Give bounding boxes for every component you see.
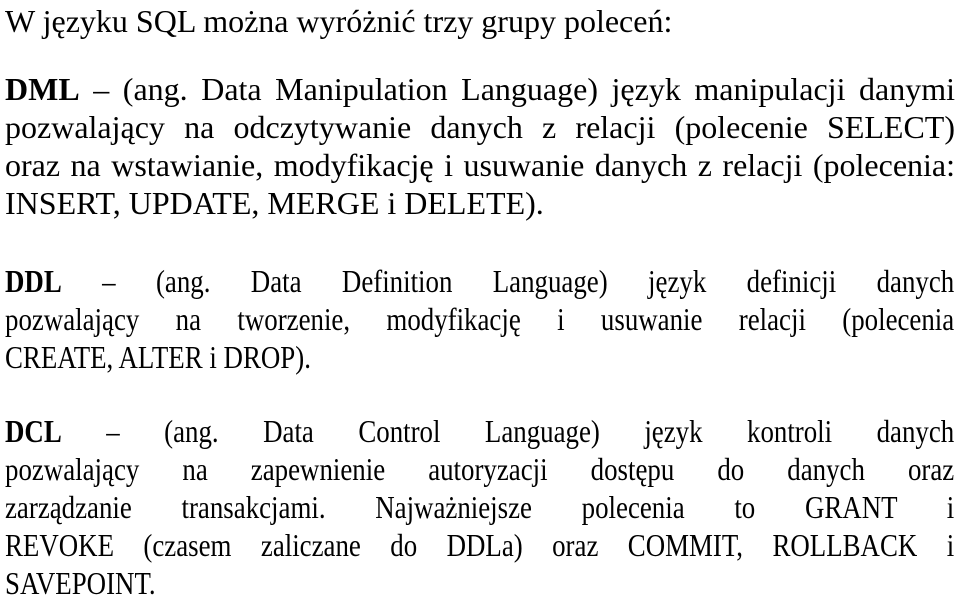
dcl-line-1: (ang. Data Control Language) język kontr… [164, 413, 955, 449]
dml-line-4: INSERT, UPDATE, MERGE i DELETE). [5, 185, 544, 221]
dcl-line-3: zarządzanie transakcjami. Najważniejsze … [5, 489, 955, 525]
ddl-line-1: (ang. Data Definition Language) język de… [155, 263, 955, 299]
dcl-line-5: SAVEPOINT. [5, 565, 156, 601]
dml-line-1: (ang. Data Manipulation Language) język … [122, 71, 955, 107]
dml-line-3: oraz na wstawianie, modyfikację i usuwan… [5, 147, 955, 183]
dcl-dash: – [106, 413, 120, 449]
dml-dash: – [93, 71, 110, 107]
dcl-line-2: pozwalający na zapewnienie autoryzacji d… [5, 451, 955, 487]
ddl-line-2: pozwalający na tworzenie, modyfikację i … [5, 301, 955, 337]
dml-line-2: pozwalający na odczytywanie danych z rel… [5, 109, 955, 145]
ddl-line-3: CREATE, ALTER i DROP). [5, 339, 311, 375]
ddl-dash: – [102, 263, 116, 299]
dml-term: DML [5, 71, 80, 107]
ddl-term: DDL [5, 263, 62, 299]
intro-text: W języku SQL można wyróżnić trzy grupy p… [5, 3, 673, 39]
dcl-term: DCL [5, 413, 62, 449]
dcl-line-4: REVOKE (czasem zaliczane do DDLa) oraz C… [5, 527, 955, 563]
